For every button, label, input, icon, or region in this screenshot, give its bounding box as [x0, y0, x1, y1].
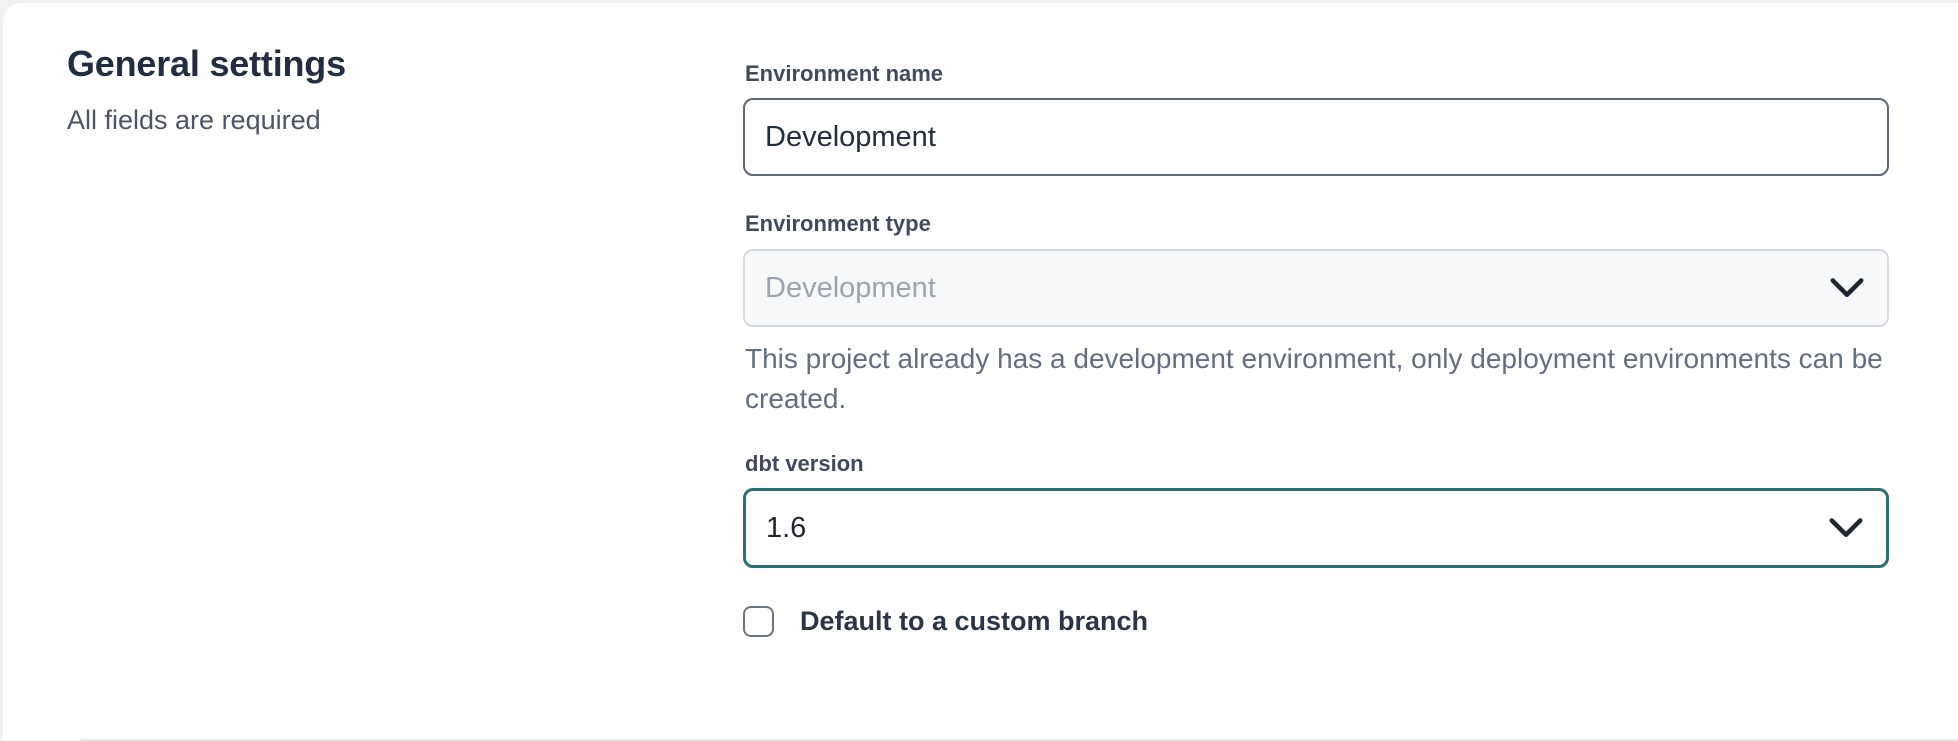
chevron-down-icon — [1828, 517, 1864, 539]
environment-type-select: Development — [743, 249, 1889, 327]
custom-branch-row[interactable]: Default to a custom branch — [743, 606, 1148, 637]
custom-branch-checkbox[interactable] — [743, 606, 774, 637]
custom-branch-label: Default to a custom branch — [800, 606, 1148, 637]
environment-name-input[interactable] — [743, 98, 1889, 176]
environment-name-label: Environment name — [745, 61, 943, 87]
dbt-version-select[interactable]: 1.6 — [743, 488, 1889, 568]
environment-type-help-text: This project already has a development e… — [745, 339, 1891, 419]
chevron-down-icon — [1829, 277, 1865, 299]
environment-type-value: Development — [765, 272, 936, 305]
environment-type-label: Environment type — [745, 211, 931, 237]
settings-card: General settings All fields are required… — [3, 3, 1958, 740]
dbt-version-label: dbt version — [745, 451, 864, 477]
dbt-version-value: 1.6 — [766, 512, 806, 545]
general-settings-form: Environment name Environment type Develo… — [743, 3, 1889, 740]
page-title: General settings — [67, 43, 346, 85]
page-subtitle: All fields are required — [67, 105, 321, 136]
